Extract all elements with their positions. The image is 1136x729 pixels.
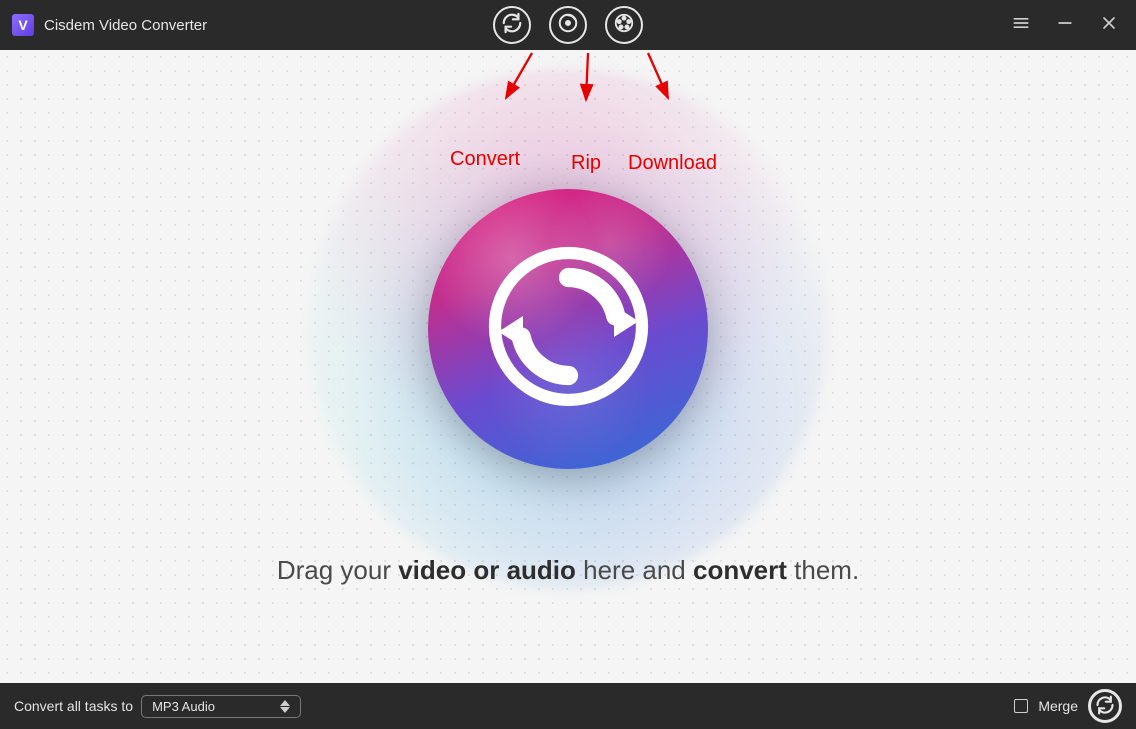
bottombar-right: Merge <box>1014 689 1122 723</box>
app-title: Cisdem Video Converter <box>44 17 207 34</box>
merge-checkbox[interactable] <box>1014 699 1028 713</box>
drop-hint-post: them. <box>787 555 859 585</box>
app-logo-letter: V <box>18 17 27 33</box>
output-format-group: Convert all tasks to MP3 Audio <box>14 695 301 718</box>
start-convert-icon <box>1095 695 1115 718</box>
select-stepper-icon <box>280 698 296 715</box>
mode-switcher <box>493 0 643 50</box>
close-icon <box>1099 13 1119 38</box>
output-format-label: Convert all tasks to <box>14 698 133 714</box>
drop-hint-text: Drag your video or audio here and conver… <box>0 555 1136 586</box>
minimize-icon <box>1055 13 1075 38</box>
bottombar: Convert all tasks to MP3 Audio Merge <box>0 683 1136 729</box>
minimize-button[interactable] <box>1054 14 1076 36</box>
cycle-arrows-icon <box>481 239 656 419</box>
close-button[interactable] <box>1098 14 1120 36</box>
disc-icon <box>557 12 579 39</box>
drop-hint-bold2: convert <box>693 555 787 585</box>
annotation-convert-label: Convert <box>450 148 520 171</box>
titlebar-left: V Cisdem Video Converter <box>0 14 207 36</box>
mode-rip-button[interactable] <box>549 6 587 44</box>
titlebar: V Cisdem Video Converter <box>0 0 1136 50</box>
drop-hint-pre: Drag your <box>277 555 398 585</box>
mode-download-button[interactable] <box>605 6 643 44</box>
app-logo-icon: V <box>12 14 34 36</box>
output-format-value: MP3 Audio <box>152 699 215 714</box>
film-reel-icon <box>613 12 635 39</box>
drop-hint-bold1: video or audio <box>398 555 576 585</box>
output-format-select[interactable]: MP3 Audio <box>141 695 301 718</box>
hamburger-icon <box>1011 13 1031 38</box>
merge-label: Merge <box>1038 698 1078 714</box>
window-controls <box>1010 14 1136 36</box>
annotation-download-label: Download <box>628 152 717 175</box>
convert-medallion <box>428 189 708 469</box>
drop-hint-mid: here and <box>576 555 693 585</box>
start-convert-button[interactable] <box>1088 689 1122 723</box>
convert-icon <box>501 12 523 39</box>
annotation-rip-label: Rip <box>571 152 601 175</box>
mode-convert-button[interactable] <box>493 6 531 44</box>
menu-button[interactable] <box>1010 14 1032 36</box>
drop-zone[interactable]: Drag your video or audio here and conver… <box>0 50 1136 683</box>
